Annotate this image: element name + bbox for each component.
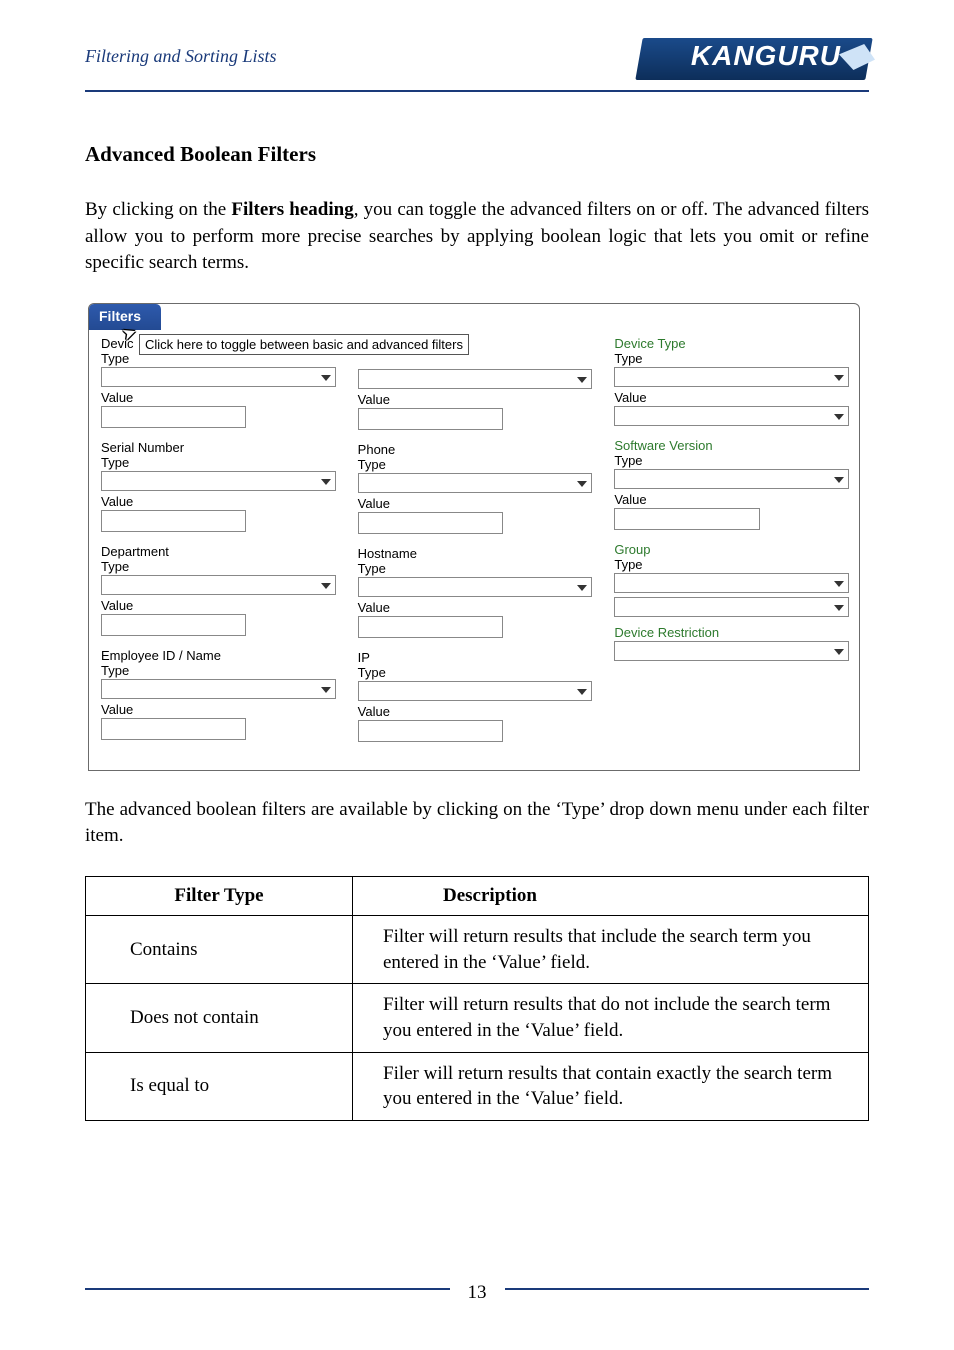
filters-panel-screenshot: Filters ➤ Click here to toggle between b… — [88, 303, 860, 771]
filter-ip-label: IP — [358, 650, 593, 665]
filter-device-name-value-label: Value — [101, 390, 336, 405]
table-cell-type-0: Contains — [86, 915, 353, 983]
filter-ip-value-label: Value — [358, 704, 593, 719]
intro-paragraph: By clicking on the Filters heading, you … — [85, 197, 869, 277]
page-header: Filtering and Sorting Lists KANGURU — [85, 30, 869, 82]
filters-toggle-tooltip: Click here to toggle between basic and a… — [139, 334, 469, 355]
filter-hostname-value-label: Value — [358, 600, 593, 615]
table-row: Does not contain Filter will return resu… — [86, 984, 869, 1052]
filter-type-table: Filter Type Description Contains Filter … — [85, 876, 869, 1121]
filter-software-version-value-label: Value — [614, 492, 849, 507]
table-header-row: Filter Type Description — [86, 876, 869, 915]
filter-department-value-input[interactable] — [101, 614, 246, 636]
page: Filtering and Sorting Lists KANGURU Adva… — [0, 0, 954, 1350]
filters-panel-heading-label: Filters — [99, 308, 141, 324]
filter-group-type-label: Type — [614, 557, 849, 572]
filters-panel-heading[interactable]: Filters ➤ — [89, 304, 161, 330]
header-title: Filtering and Sorting Lists — [85, 46, 277, 67]
filters-column-3: Device Type Type Value Software Version … — [614, 334, 849, 752]
filter-hostname-label: Hostname — [358, 546, 593, 561]
footer-rule-left — [85, 1288, 450, 1290]
filter-ip-type-select[interactable] — [358, 681, 593, 701]
filter-phone-value-label: Value — [358, 496, 593, 511]
page-number: 13 — [450, 1282, 505, 1304]
filter-employee-id-label: Employee ID / Name — [101, 648, 336, 663]
header-rule — [85, 90, 869, 92]
filter-hostname-value-input[interactable] — [358, 616, 503, 638]
filter-serial-number-type-select[interactable] — [101, 471, 336, 491]
filters-column-2: Value Phone Type Value Hostname Type Val… — [358, 334, 593, 752]
filter-col2-slot1-value-input[interactable] — [358, 408, 503, 430]
filter-device-type-value-select[interactable] — [614, 406, 849, 426]
filter-group-value-select[interactable] — [614, 597, 849, 617]
intro-bold: Filters heading — [231, 199, 353, 220]
filter-ip-value-input[interactable] — [358, 720, 503, 742]
filter-device-type-type-select[interactable] — [614, 367, 849, 387]
table-row: Contains Filter will return results that… — [86, 915, 869, 983]
filter-phone-value-input[interactable] — [358, 512, 503, 534]
logo-text: KANGURU — [691, 40, 841, 72]
filter-device-type-label: Device Type — [614, 336, 849, 351]
filter-hostname-type-select[interactable] — [358, 577, 593, 597]
filter-employee-id-type-label: Type — [101, 663, 336, 678]
table-row: Is equal to Filer will return results th… — [86, 1052, 869, 1120]
filter-software-version-type-select[interactable] — [614, 469, 849, 489]
filters-panel-body: Click here to toggle between basic and a… — [89, 330, 859, 770]
filter-device-name-type-select[interactable] — [101, 367, 336, 387]
filter-phone-label: Phone — [358, 442, 593, 457]
filter-department-type-select[interactable] — [101, 575, 336, 595]
filter-department-value-label: Value — [101, 598, 336, 613]
table-cell-desc-0: Filter will return results that include … — [353, 915, 869, 983]
table-cell-type-2: Is equal to — [86, 1052, 353, 1120]
filter-phone-type-label: Type — [358, 457, 593, 472]
filter-serial-number-value-input[interactable] — [101, 510, 246, 532]
filter-device-type-type-label: Type — [614, 351, 849, 366]
table-cell-desc-1: Filter will return results that do not i… — [353, 984, 869, 1052]
filter-department-type-label: Type — [101, 559, 336, 574]
filter-device-type-value-label: Value — [614, 390, 849, 405]
filter-department-label: Department — [101, 544, 336, 559]
footer-line: 13 — [85, 1278, 869, 1300]
filter-software-version-label: Software Version — [614, 438, 849, 453]
filter-serial-number-type-label: Type — [101, 455, 336, 470]
filter-group-label: Group — [614, 542, 849, 557]
filters-column-1: Devic Type Value Serial Number Type Valu… — [101, 334, 336, 752]
filter-serial-number-value-label: Value — [101, 494, 336, 509]
filter-phone-type-select[interactable] — [358, 473, 593, 493]
filter-group-type-select[interactable] — [614, 573, 849, 593]
filter-employee-id-value-input[interactable] — [101, 718, 246, 740]
brand-logo: KANGURU — [639, 30, 869, 82]
outro-paragraph: The advanced boolean filters are availab… — [85, 797, 869, 850]
filter-device-name-value-input[interactable] — [101, 406, 246, 428]
filter-employee-id-type-select[interactable] — [101, 679, 336, 699]
filter-col2-slot1-value-label: Value — [358, 392, 593, 407]
table-cell-desc-2: Filer will return results that contain e… — [353, 1052, 869, 1120]
table-header-filter-type: Filter Type — [86, 876, 353, 915]
filter-ip-type-label: Type — [358, 665, 593, 680]
filter-col2-slot1-type-select[interactable] — [358, 369, 593, 389]
section-heading: Advanced Boolean Filters — [85, 142, 869, 167]
filter-device-restriction-select[interactable] — [614, 641, 849, 661]
table-cell-type-1: Does not contain — [86, 984, 353, 1052]
filter-software-version-value-input[interactable] — [614, 508, 759, 530]
footer-rule-right — [505, 1288, 870, 1290]
table-header-description: Description — [353, 876, 869, 915]
intro-pre: By clicking on the — [85, 199, 231, 220]
filter-serial-number-label: Serial Number — [101, 440, 336, 455]
page-footer: 13 — [85, 1278, 869, 1300]
filter-software-version-type-label: Type — [614, 453, 849, 468]
filter-employee-id-value-label: Value — [101, 702, 336, 717]
filter-hostname-type-label: Type — [358, 561, 593, 576]
filter-device-restriction-label: Device Restriction — [614, 625, 849, 640]
